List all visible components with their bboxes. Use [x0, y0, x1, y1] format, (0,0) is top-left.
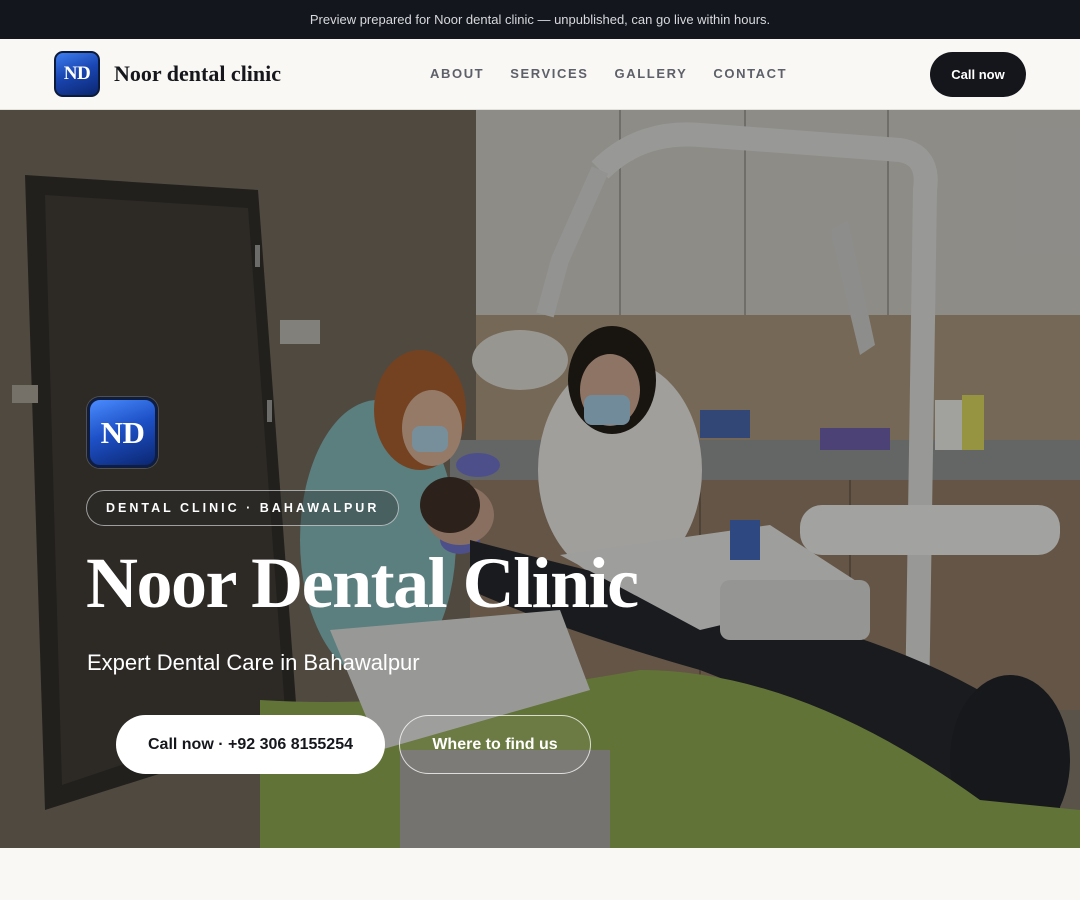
brand-name[interactable]: Noor dental clinic	[114, 61, 281, 87]
where-to-find-us-button[interactable]: Where to find us	[399, 715, 591, 774]
call-now-button[interactable]: Call now	[930, 52, 1026, 97]
preview-banner-text: Preview prepared for Noor dental clinic …	[309, 12, 771, 27]
hero-title: Noor Dental Clinic	[86, 543, 639, 623]
nd-monogram-icon: ND	[87, 397, 158, 468]
nav-link-services[interactable]: SERVICES	[510, 66, 588, 81]
preview-banner: Preview prepared for Noor dental clinic …	[0, 0, 1080, 39]
hero-subtitle: Expert Dental Care in Bahawalpur	[87, 650, 420, 675]
call-phone-button[interactable]: Call now · +92 306 8155254	[116, 715, 385, 774]
site-header: ND Noor dental clinic ABOUT SERVICES GAL…	[0, 39, 1080, 110]
logo-text: ND	[63, 63, 91, 84]
location-badge: DENTAL CLINIC · BAHAWALPUR	[86, 490, 400, 526]
nav-link-gallery[interactable]: GALLERY	[615, 66, 688, 81]
nav-link-contact[interactable]: CONTACT	[713, 66, 787, 81]
hero-section: ND DENTAL CLINIC · BAHAWALPUR Noor Denta…	[0, 110, 1080, 848]
next-section	[0, 848, 1080, 900]
nd-monogram-icon[interactable]: ND	[54, 51, 100, 97]
main-nav: ABOUT SERVICES GALLERY CONTACT	[430, 66, 787, 81]
nav-link-about[interactable]: ABOUT	[430, 66, 484, 81]
hero-logo-text: ND	[100, 414, 145, 450]
